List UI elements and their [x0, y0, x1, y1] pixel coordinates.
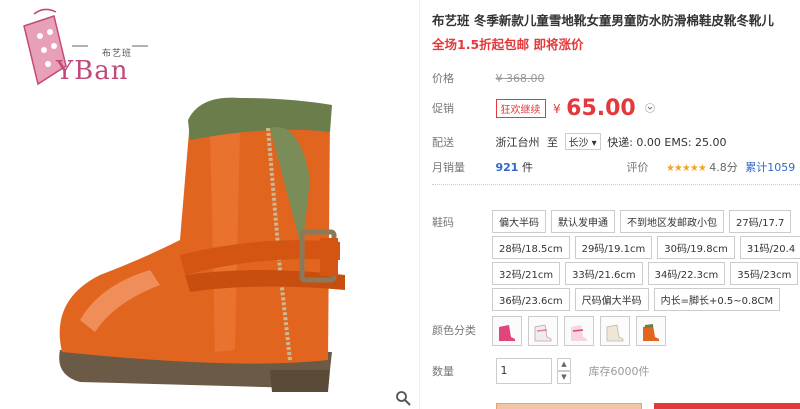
size-options-row-1: 偏大半码 默认发申通 不到地区发邮政小包 27码/17.7	[492, 210, 796, 233]
chevron-down-icon[interactable]	[645, 102, 657, 115]
color-label: 颜色分类	[432, 324, 476, 337]
rating-score: 4.8分	[709, 161, 738, 174]
shipping-row: 配送 浙江台州 至 长沙 ▾ 快递: 0.00 EMS: 25.00	[432, 133, 727, 150]
total-reviews-link[interactable]: 累计1059	[745, 161, 795, 174]
quantity-increment-button[interactable]: ▲	[557, 358, 571, 371]
product-image	[59, 97, 345, 392]
promotion-tag: 狂欢继续	[495, 99, 546, 118]
size-option[interactable]: 33码/21.6cm	[565, 262, 643, 285]
shipping-destination-select[interactable]: 长沙 ▾	[564, 133, 601, 150]
size-option[interactable]: 36码/23.6cm	[492, 288, 570, 311]
sales-label: 月销量	[432, 161, 465, 174]
original-price: ¥ 368.00	[495, 72, 545, 85]
quantity-input[interactable]: 1	[495, 358, 552, 384]
size-option[interactable]: 27码/17.7	[729, 210, 792, 233]
color-swatch-orange[interactable]	[636, 316, 666, 346]
size-option[interactable]: 默认发申通	[551, 210, 615, 233]
quantity-stepper: ▲ ▼	[557, 358, 571, 384]
sales-count: 921	[495, 161, 519, 174]
size-option[interactable]: 34码/22.3cm	[647, 262, 726, 285]
shipping-label: 配送	[432, 136, 454, 149]
stock-count: 库存6000件	[588, 365, 650, 378]
product-promo: 全场1.5折起包邮 即将涨价	[432, 37, 584, 52]
size-option[interactable]: 35码/23cm	[730, 262, 799, 285]
size-options-row-2: 28码/18.5cm 29码/19.1cm 30码/19.8cm 31码/20.4	[492, 236, 800, 259]
product-title: 布艺班 冬季新款儿童雪地靴女童男童防水防滑棉鞋皮靴冬靴儿	[432, 13, 774, 28]
color-swatch-beige[interactable]	[600, 316, 630, 346]
product-gallery: 布艺班 YBan	[0, 0, 420, 409]
size-option[interactable]: 29码/19.1cm	[574, 236, 653, 259]
price-label: 价格	[432, 72, 454, 85]
size-option[interactable]: 偏大半码	[492, 210, 546, 233]
color-swatch-pink[interactable]	[492, 316, 522, 346]
size-option[interactable]: 31码/20.4	[739, 236, 800, 259]
quantity-row: 数量 1 ▲ ▼ 库存6000件	[432, 358, 650, 384]
promotion-price: 65.00	[566, 96, 636, 121]
add-to-cart-button[interactable]	[654, 403, 800, 409]
color-label-row: 颜色分类	[432, 322, 492, 338]
color-swatches	[492, 316, 672, 346]
color-swatch-white[interactable]	[528, 316, 558, 346]
shipping-from: 浙江台州	[495, 136, 540, 149]
promotion-row: 促销 狂欢继续 ¥ 65.00	[432, 96, 657, 121]
zoom-icon[interactable]	[395, 390, 413, 408]
shipping-fees: 快递: 0.00 EMS: 25.00	[607, 136, 727, 149]
size-options-row-4: 36码/23.6cm 尺码偏大半码 内长=脚长+0.5~0.8CM	[492, 288, 785, 311]
section-divider	[432, 184, 800, 185]
size-option[interactable]: 28码/18.5cm	[492, 236, 570, 259]
size-option[interactable]: 30码/19.8cm	[657, 236, 735, 259]
buy-now-button[interactable]	[496, 403, 642, 409]
size-option[interactable]: 尺码偏大半码	[574, 288, 649, 311]
quantity-label: 数量	[432, 365, 454, 378]
size-option[interactable]: 不到地区发邮政小包	[620, 210, 724, 233]
color-swatch-pink-white[interactable]	[564, 316, 594, 346]
promotion-currency: ¥	[553, 101, 561, 116]
product-details: 布艺班 冬季新款儿童雪地靴女童男童防水防滑棉鞋皮靴冬靴儿 全场1.5折起包邮 即…	[432, 0, 800, 409]
rating-stars: ★★★★★	[665, 163, 707, 174]
quantity-decrement-button[interactable]: ▼	[557, 371, 571, 384]
shipping-to-word: 至	[547, 136, 558, 149]
size-label: 鞋码	[432, 216, 454, 229]
price-row: 价格 ¥ 368.00	[432, 70, 545, 86]
sales-unit: 件	[521, 161, 533, 174]
review-label: 评价	[626, 161, 649, 174]
size-options-row-3: 32码/21cm 33码/21.6cm 34码/22.3cm 35码/23cm	[492, 262, 800, 285]
size-option[interactable]: 32码/21cm	[492, 262, 561, 285]
size-label-row: 鞋码	[432, 214, 492, 230]
sales-row: 月销量 921 件 评价 ★★★★★ 4.8分 累计1059	[432, 159, 795, 175]
promotion-label: 促销	[432, 101, 454, 115]
size-option[interactable]: 内长=脚长+0.5~0.8CM	[653, 288, 781, 311]
